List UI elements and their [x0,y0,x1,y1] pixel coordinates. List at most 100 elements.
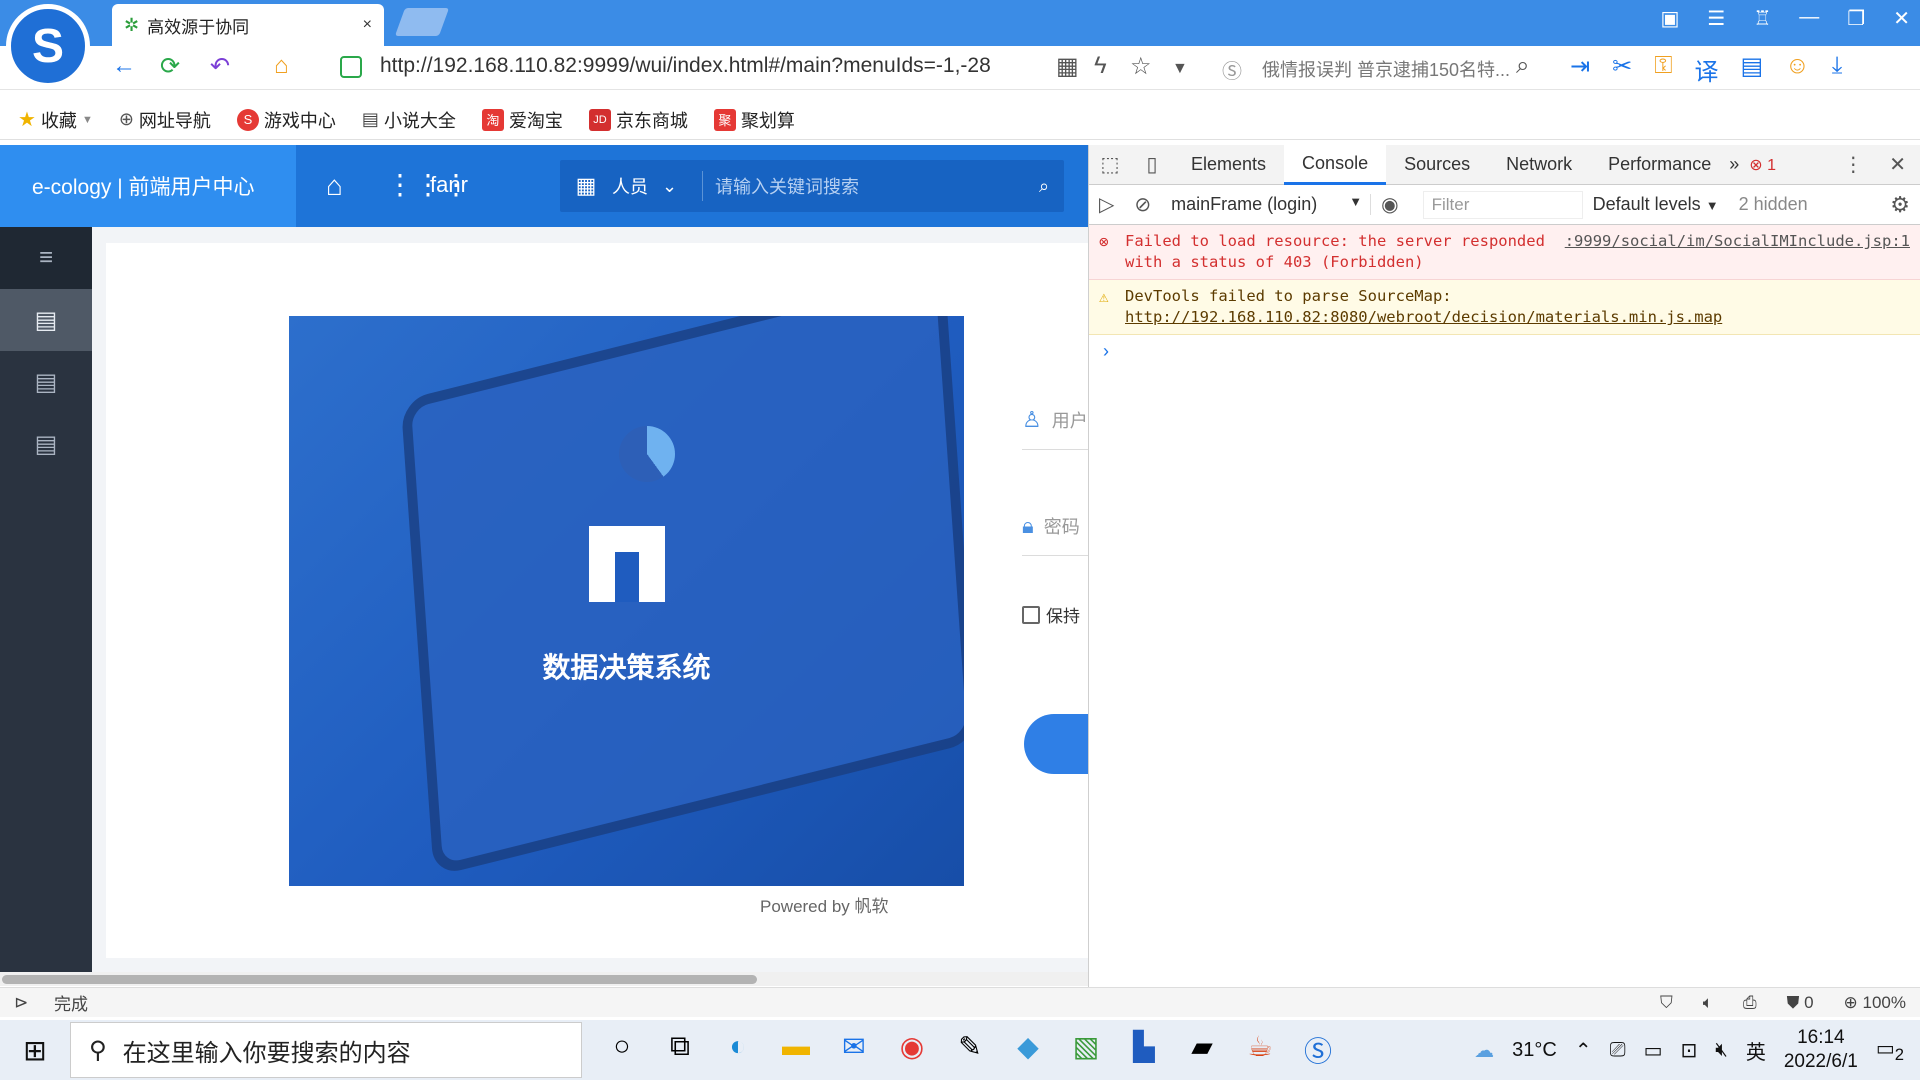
eye-icon[interactable]: ◉ [1371,192,1408,217]
back-icon[interactable]: ← [112,52,136,80]
nav-item-3[interactable]: ▤ [0,413,92,475]
collapse-menu-icon[interactable]: ≡ [0,227,92,289]
scrollbar-thumb[interactable] [2,975,757,984]
bookmark-games[interactable]: S 游戏中心 [236,107,336,133]
tab-console[interactable]: Console [1284,144,1387,185]
menu-icon[interactable]: ☰ [1707,6,1725,31]
window-badge-icon[interactable]: ▣ [1661,6,1680,31]
weather-icon[interactable]: ☁ [1474,1038,1494,1063]
browser-logo-icon[interactable]: S [6,4,90,88]
notepad-icon[interactable]: ▧ [1070,1030,1102,1070]
console-prompt[interactable]: › [1089,335,1920,368]
windows-start-icon[interactable]: ⊞ [0,1034,70,1067]
qrcode-icon[interactable]: ▦ [1056,52,1079,81]
printer-icon[interactable]: ⎙ [1743,993,1757,1013]
search-icon[interactable]: ⌕ [1024,176,1064,197]
notification-icon[interactable]: ▭2 [1876,1036,1904,1065]
gear-icon[interactable]: ⚙ [1890,192,1920,218]
window-close-icon[interactable]: ✕ [1893,6,1910,31]
tab-close-icon[interactable]: × [363,16,372,34]
tab-sources[interactable]: Sources [1386,145,1488,185]
bookmark-favorites[interactable]: ★ 收藏 ▼ [18,107,93,133]
bookmark-jd[interactable]: JD 京东商城 [588,107,688,133]
app-brand[interactable]: e-cology | 前端用户中心 [0,145,296,227]
app-icon[interactable]: ◆ [1012,1030,1044,1070]
tab-elements[interactable]: Elements [1173,145,1284,185]
camera-icon[interactable]: ⎚ [1610,1039,1626,1062]
bookmark-nav[interactable]: ⊕ 网址导航 [119,107,211,133]
error-source-link[interactable]: :9999/social/im/SocialIMInclude.jsp:1 [1565,231,1910,252]
url-input[interactable]: http://192.168.110.82:9999/wui/index.htm… [380,54,1045,78]
skin-icon[interactable]: ♖ [1753,6,1771,31]
tools-icon[interactable]: ✎ [954,1030,986,1070]
fanruan-icon[interactable]: ▙ [1128,1030,1160,1070]
chrome-icon[interactable]: ◉ [896,1030,928,1070]
nav-item-2[interactable]: ▤ [0,351,92,413]
filter-input[interactable]: Filter [1422,190,1583,219]
user-name[interactable]: fanr [430,172,468,198]
home-icon[interactable]: ⌂ [326,170,343,202]
quick-apps-icon[interactable]: ▦ [560,173,612,199]
browser-search-input[interactable]: 俄情报误判 普京逮捕150名特... [1262,56,1542,82]
sidebar-toggle-icon[interactable]: ⊳ [14,993,28,1013]
sourcemap-link[interactable]: http://192.168.110.82:8080/webroot/decis… [1125,308,1722,326]
kebab-menu-icon[interactable]: ⋮ [1843,152,1863,177]
browser-tab[interactable]: ✲ 高效源于协同 × [112,4,384,46]
levels-select[interactable]: Default levels ▼ [1593,194,1723,215]
weather-temp[interactable]: 31°C [1512,1039,1557,1062]
minimize-icon[interactable]: — [1799,6,1819,31]
search-scope-select[interactable]: 人员 ⌄ [612,173,682,199]
inspect-icon[interactable]: ⬚ [1089,152,1131,177]
horizontal-scrollbar[interactable] [0,972,1088,986]
login-icon[interactable]: ⇥ [1570,52,1590,87]
dropdown-icon[interactable]: ▼ [1172,60,1188,78]
shield-icon[interactable]: ⛉ [1660,993,1673,1013]
undo-close-icon[interactable]: ↶ [210,52,230,81]
adblock-badge[interactable]: ⛊ 0 [1787,993,1814,1013]
nav-item-1[interactable]: ▤ [0,289,92,351]
mail-icon[interactable]: ✉ [838,1030,870,1070]
ime-indicator[interactable]: 英 [1746,1036,1766,1065]
device-toggle-icon[interactable]: ▯ [1131,152,1173,177]
password-field[interactable]: 🔒︎ 密码 [1022,496,1088,556]
zoom-level[interactable]: ⊕ 100% [1844,993,1906,1013]
scissors-icon[interactable]: ✂ [1612,52,1632,87]
devtools-close-icon[interactable]: ✕ [1889,152,1906,177]
lightning-icon[interactable]: ϟ [1094,52,1107,80]
sogou-browser-icon[interactable]: Ⓢ [1302,1030,1334,1070]
taskbar-search[interactable]: ⚲ 在这里输入你要搜索的内容 [70,1022,582,1078]
refresh-icon[interactable]: ⟳ [160,52,180,81]
terminal-icon[interactable]: ▰ [1186,1030,1218,1070]
translate-icon[interactable]: 译 [1694,52,1718,87]
task-view-icon[interactable]: ⧉ [664,1030,696,1070]
chevron-up-icon[interactable]: ⌃ [1575,1038,1592,1063]
reader-icon[interactable]: ▤ [1740,52,1763,87]
home-icon[interactable]: ⌂ [274,52,289,80]
edge-icon[interactable]: ◐ [722,1030,754,1070]
search-icon[interactable]: ⌕ [1516,52,1529,80]
tab-network[interactable]: Network [1488,145,1590,185]
more-tabs-icon[interactable]: » [1729,154,1739,175]
sidebar-toggle-icon[interactable]: ▷ [1089,192,1124,217]
bookmark-juhuasuan[interactable]: 聚聚划算 [713,107,795,133]
clock[interactable]: 16:14 2022/6/1 [1784,1026,1858,1074]
cortana-icon[interactable]: ○ [606,1030,638,1070]
username-field[interactable]: ♙ 用户 [1022,390,1088,450]
smile-icon[interactable]: ☺ [1785,52,1810,87]
network-icon[interactable]: ⊡ [1680,1038,1697,1063]
java-icon[interactable]: ☕︎ [1244,1030,1276,1070]
favorite-star-icon[interactable]: ☆ [1130,52,1152,81]
file-explorer-icon[interactable]: ▬ [780,1030,812,1070]
battery-icon[interactable]: ▭ [1644,1038,1663,1063]
keyword-search-input[interactable]: 请输入关键词搜索 [715,173,1024,199]
tab-performance[interactable]: Performance [1590,145,1729,185]
remember-checkbox[interactable] [1022,605,1040,624]
clear-console-icon[interactable]: ⊘ [1124,192,1161,217]
bookmark-novels[interactable]: ▤ 小说大全 [362,107,456,133]
restore-icon[interactable]: ❐ [1847,6,1865,31]
remember-me[interactable]: 保持 [1022,602,1088,627]
speaker-icon[interactable]: 🔈︎ [1703,993,1713,1013]
bookmark-taobao[interactable]: 淘爱淘宝 [481,107,563,133]
download-icon[interactable]: ⤓ [1832,52,1843,87]
login-button[interactable] [1024,714,1088,774]
